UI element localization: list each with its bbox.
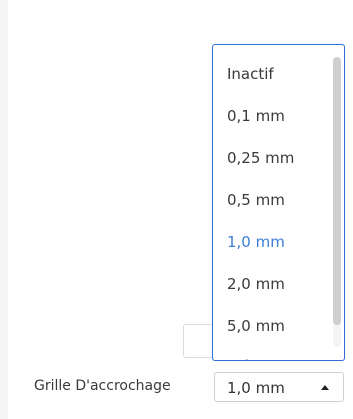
dropdown-scrollbar[interactable] [333,57,341,347]
option-2-0mm[interactable]: 2,0 mm [227,269,285,299]
option-1-0mm[interactable]: 1,0 mm [227,227,285,257]
snap-grid-select[interactable]: 1,0 mm [214,372,344,402]
option-inactif[interactable]: Inactif [227,59,274,89]
option-0-25mm[interactable]: 0,25 mm [227,143,294,173]
dropdown-options: Inactif 0,1 mm 0,25 mm 0,5 mm 1,0 mm 2,0… [213,45,330,360]
background-input [183,324,215,358]
option-0-1mm[interactable]: 0,1 mm [227,101,285,131]
snap-grid-dropdown-list[interactable]: Inactif 0,1 mm 0,25 mm 0,5 mm 1,0 mm 2,0… [212,44,345,361]
option-point[interactable]: Point [227,351,264,360]
dropdown-scroll-thumb[interactable] [333,57,341,325]
option-0-5mm[interactable]: 0,5 mm [227,185,285,215]
option-5-0mm[interactable]: 5,0 mm [227,311,285,341]
snap-grid-label: Grille D'accrochage [34,378,171,394]
caret-up-icon [321,385,329,390]
snap-grid-value: 1,0 mm [227,379,285,397]
